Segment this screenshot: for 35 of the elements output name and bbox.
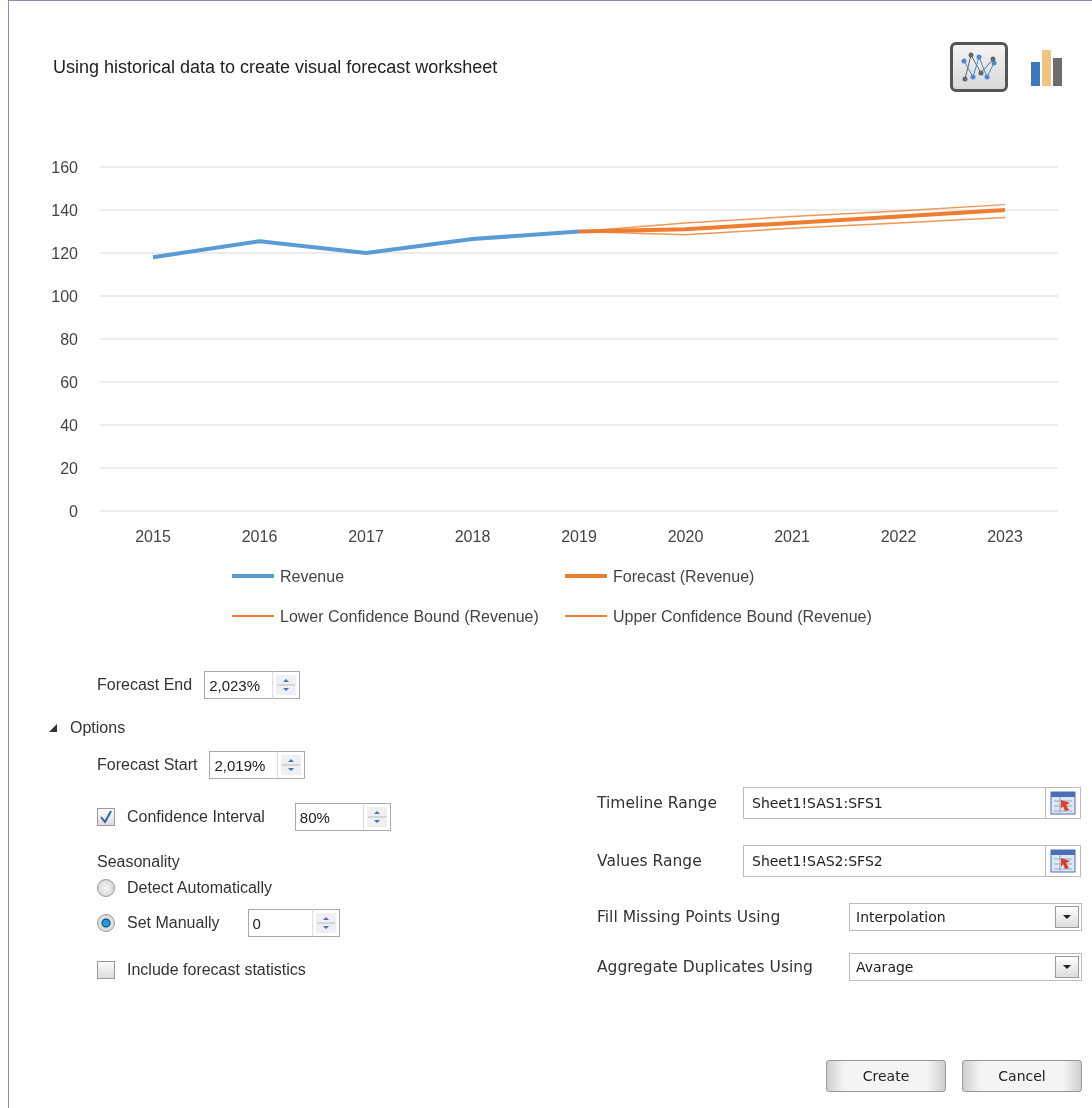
axis-label: 2018 — [454, 528, 491, 545]
axis-label: 2022 — [880, 528, 917, 545]
legend-label: Revenue — [280, 568, 345, 585]
axis-label: 2023 — [987, 528, 1023, 545]
axis-label: 60 — [60, 374, 78, 391]
radio-label: Set Manually — [127, 914, 220, 932]
axis-label: 2017 — [348, 528, 384, 545]
dialog-title: Using historical data to create visual forecast worksheet — [53, 56, 498, 78]
legend-label: Lower Confidence Bound (Revenue) — [280, 608, 539, 625]
legend-label: Upper Confidence Bound (Revenue) — [613, 608, 872, 625]
field-label: Timeline Range — [597, 794, 718, 812]
checkbox-label: Include forecast statistics — [127, 961, 306, 979]
field-label: Aggregate Duplicates Using — [597, 958, 814, 976]
axis-label: 40 — [60, 417, 78, 434]
section-label: Options — [70, 719, 126, 737]
group-label: Seasonality — [97, 853, 181, 871]
legend-label: Forecast (Revenue) — [613, 568, 755, 585]
axis-label: 160 — [51, 159, 78, 176]
checkbox-label: Confidence Interval — [127, 808, 265, 826]
axis-label: 2020 — [667, 528, 704, 545]
axis-label: 100 — [51, 288, 78, 305]
axis-label: 120 — [51, 245, 78, 262]
axis-label: 2021 — [774, 528, 810, 545]
field-label: Values Range — [597, 852, 703, 870]
axis-label: 2019 — [561, 528, 597, 545]
field-label: Fill Missing Points Using — [597, 908, 782, 926]
axis-label: 20 — [60, 460, 78, 477]
axis-label: 2016 — [241, 528, 278, 545]
axis-label: 2015 — [135, 528, 171, 545]
radio-label: Detect Automatically — [127, 879, 272, 897]
field-label: Forecast Start — [97, 756, 198, 774]
axis-label: 80 — [60, 331, 78, 348]
axis-label: 140 — [51, 202, 78, 219]
field-label: Forecast End — [97, 676, 193, 694]
axis-label: 0 — [69, 503, 78, 520]
